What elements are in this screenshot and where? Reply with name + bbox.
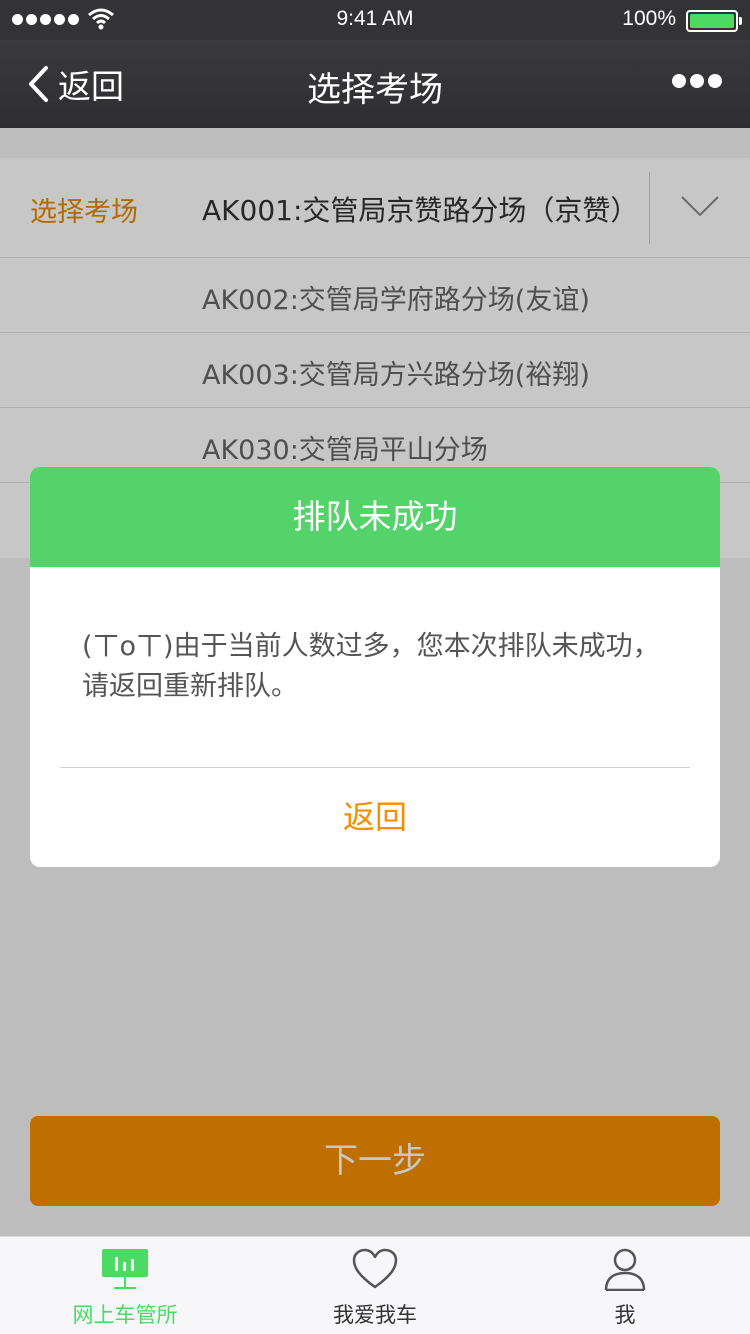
chart-board-icon [102, 1249, 148, 1289]
dialog-title: 排队未成功 [30, 467, 720, 567]
tab-label: 我 [614, 1303, 636, 1327]
tab-me[interactable]: 我 [500, 1237, 750, 1334]
tab-bar: 网上车管所 我爱我车 我 [0, 1236, 750, 1334]
tab-love-my-car[interactable]: 我爱我车 [250, 1237, 500, 1334]
more-dot-icon [672, 74, 686, 88]
page-title: 选择考场 [307, 70, 443, 110]
tab-label: 网上车管所 [72, 1303, 178, 1327]
nav-bar: 返回 选择考场 [0, 40, 750, 128]
battery-icon [686, 10, 742, 32]
heart-icon [352, 1248, 398, 1289]
user-icon [604, 1248, 646, 1291]
tab-online-vehicle-office[interactable]: 网上车管所 [0, 1237, 250, 1334]
battery-level [690, 14, 734, 28]
tab-label: 我爱我车 [333, 1303, 417, 1327]
battery-percent: 100% [622, 7, 676, 30]
queue-failed-dialog: 排队未成功 (ㄒoㄒ)由于当前人数过多，您本次排队未成功，请返回重新排队。 返回 [30, 467, 720, 867]
more-options-button[interactable] [672, 74, 722, 88]
dialog-back-button[interactable]: 返回 [30, 768, 720, 867]
status-bar: 9:41 AM 100% [0, 0, 750, 40]
dialog-message: (ㄒoㄒ)由于当前人数过多，您本次排队未成功，请返回重新排队。 [82, 631, 660, 702]
more-dot-icon [708, 74, 722, 88]
more-dot-icon [690, 74, 704, 88]
